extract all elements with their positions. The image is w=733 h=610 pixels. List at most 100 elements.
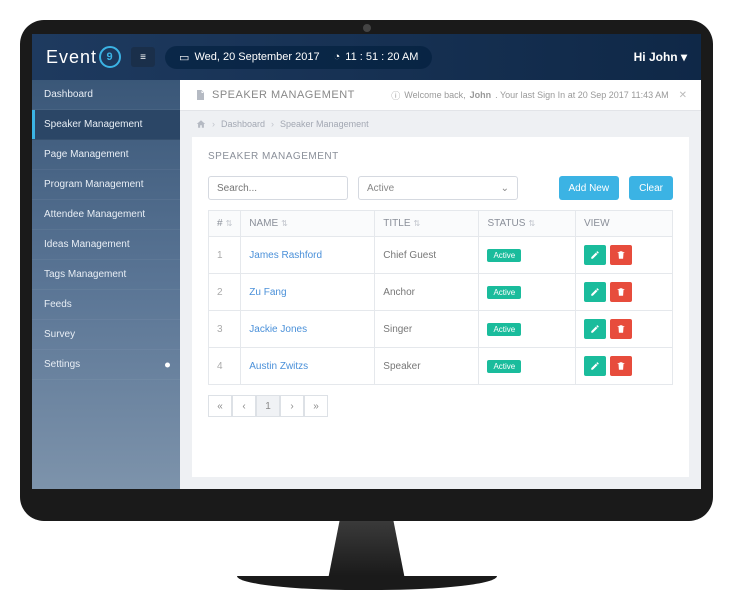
cell-actions (575, 274, 672, 311)
page-current[interactable]: 1 (256, 395, 280, 417)
panel-title: SPEAKER MANAGEMENT (192, 137, 689, 176)
col-index[interactable]: #⇅ (209, 211, 241, 237)
home-icon[interactable] (196, 119, 206, 129)
logo: Event 9 (46, 46, 121, 68)
logo-text: Event (46, 47, 97, 68)
table-row: 2Zu FangAnchorActive (209, 274, 673, 311)
pencil-icon (590, 285, 600, 300)
trash-icon (616, 322, 626, 337)
sidebar-item-label: Speaker Management (44, 119, 142, 130)
sidebar-item-ideas-management[interactable]: Ideas Management (32, 230, 180, 260)
sidebar-item-speaker-management[interactable]: Speaker Management (32, 110, 180, 140)
info-icon: ⓘ (391, 89, 400, 102)
trash-icon (616, 285, 626, 300)
delete-button[interactable] (610, 245, 632, 265)
edit-button[interactable] (584, 319, 606, 339)
sidebar-item-label: Settings (44, 359, 80, 370)
cell-title: Speaker (375, 348, 479, 385)
edit-button[interactable] (584, 245, 606, 265)
crumb-dashboard[interactable]: Dashboard (221, 119, 265, 129)
cell-status: Active (479, 237, 576, 274)
pencil-icon (590, 248, 600, 263)
cell-index: 4 (209, 348, 241, 385)
close-icon[interactable]: ✕ (679, 90, 687, 101)
sidebar-item-attendee-management[interactable]: Attendee Management (32, 200, 180, 230)
select-caret-icon: ⌄ (501, 183, 509, 194)
user-menu[interactable]: Hi John ▾ (634, 50, 687, 64)
sidebar-item-label: Dashboard (44, 89, 93, 100)
add-new-button[interactable]: Add New (559, 176, 620, 200)
sidebar-item-program-management[interactable]: Program Management (32, 170, 180, 200)
calendar-icon: ▭ (179, 51, 189, 64)
sidebar-item-label: Program Management (44, 179, 144, 190)
clear-button[interactable]: Clear (629, 176, 673, 200)
pencil-icon (590, 322, 600, 337)
status-badge: Active (487, 249, 521, 262)
table-row: 1James RashfordChief GuestActive (209, 237, 673, 274)
datetime-pill: ▭ Wed, 20 September 2017 ◔ 11 : 51 : 20 … (165, 46, 432, 69)
date-text: Wed, 20 September 2017 (194, 51, 319, 63)
page-header: SPEAKER MANAGEMENT ⓘ Welcome back, John … (180, 80, 701, 111)
cell-status: Active (479, 348, 576, 385)
speaker-link[interactable]: Zu Fang (249, 287, 286, 298)
cell-actions (575, 311, 672, 348)
sort-icon: ⇅ (414, 219, 421, 228)
sort-icon: ⇅ (226, 219, 233, 228)
delete-button[interactable] (610, 282, 632, 302)
status-badge: Active (487, 286, 521, 299)
cell-actions (575, 237, 672, 274)
chevron-right-icon: › (271, 119, 274, 129)
menu-toggle[interactable]: ≡ (131, 47, 155, 67)
speaker-link[interactable]: James Rashford (249, 250, 322, 261)
sidebar-item-dashboard[interactable]: Dashboard (32, 80, 180, 110)
page-last[interactable]: » (304, 395, 328, 417)
delete-button[interactable] (610, 319, 632, 339)
breadcrumb: › Dashboard › Speaker Management (180, 111, 701, 137)
cell-status: Active (479, 311, 576, 348)
welcome-message: ⓘ Welcome back, John . Your last Sign In… (391, 89, 668, 102)
sidebar-item-page-management[interactable]: Page Management (32, 140, 180, 170)
chevron-right-icon: › (212, 119, 215, 129)
welcome-suffix: . Your last Sign In at 20 Sep 2017 11:43… (495, 90, 668, 100)
page-next[interactable]: › (280, 395, 304, 417)
speakers-table: #⇅ NAME⇅ TITLE⇅ STATUS⇅ VIEW 1James Rash… (208, 210, 673, 385)
status-badge: Active (487, 323, 521, 336)
cell-index: 2 (209, 274, 241, 311)
col-name[interactable]: NAME⇅ (241, 211, 375, 237)
edit-button[interactable] (584, 282, 606, 302)
cell-index: 1 (209, 237, 241, 274)
status-select[interactable]: Active ⌄ (358, 176, 518, 200)
page-first[interactable]: « (208, 395, 232, 417)
status-value: Active (367, 183, 394, 194)
edit-button[interactable] (584, 356, 606, 376)
col-label: # (217, 218, 223, 229)
table-row: 4 Austin Zwitzs SpeakerActive (209, 348, 673, 385)
search-input[interactable] (208, 176, 348, 200)
cell-title: Singer (375, 311, 479, 348)
crumb-speaker-management: Speaker Management (280, 119, 369, 129)
sidebar-item-tags-management[interactable]: Tags Management (32, 260, 180, 290)
time-text: 11 : 51 : 20 AM (345, 51, 418, 63)
cell-name: James Rashford (241, 237, 375, 274)
delete-button[interactable] (610, 356, 632, 376)
speaker-link[interactable]: Austin Zwitzs (249, 361, 308, 372)
col-label: VIEW (584, 218, 610, 229)
clock-icon: ◔ (334, 51, 341, 63)
speaker-link[interactable]: Jackie Jones (249, 324, 307, 335)
page-prev[interactable]: ‹ (232, 395, 256, 417)
cell-actions (575, 348, 672, 385)
col-view: VIEW (575, 211, 672, 237)
table-row: 3Jackie JonesSingerActive (209, 311, 673, 348)
sidebar-item-label: Ideas Management (44, 239, 130, 250)
col-title[interactable]: TITLE⇅ (375, 211, 479, 237)
sidebar-item-label: Survey (44, 329, 75, 340)
pencil-icon (590, 359, 600, 374)
cell-name: Jackie Jones (241, 311, 375, 348)
cell-name: Zu Fang (241, 274, 375, 311)
logo-badge: 9 (99, 46, 121, 68)
sidebar-item-settings[interactable]: Settings (32, 350, 180, 380)
col-status[interactable]: STATUS⇅ (479, 211, 576, 237)
pagination: « ‹ 1 › » (208, 395, 673, 417)
sidebar-item-feeds[interactable]: Feeds (32, 290, 180, 320)
sidebar-item-survey[interactable]: Survey (32, 320, 180, 350)
